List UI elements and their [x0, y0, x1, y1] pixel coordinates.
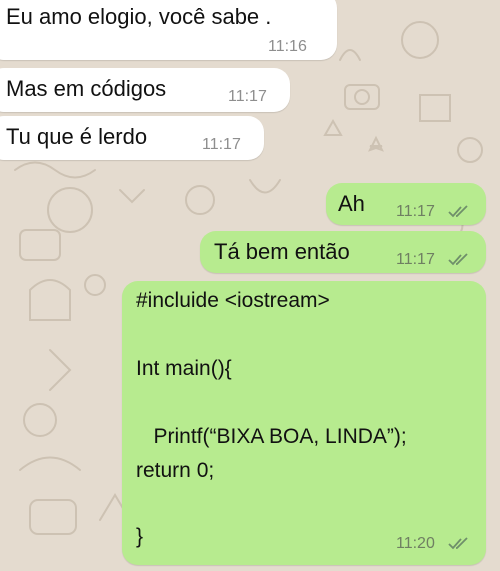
message-text: Tá bem então	[214, 239, 350, 264]
code-line-closing-brace: }	[136, 525, 144, 548]
message-text: Eu amo elogio, você sabe .	[6, 4, 272, 29]
message-timestamp: 11:17	[396, 203, 435, 220]
read-double-check-icon	[448, 537, 468, 550]
code-line-return: return 0;	[136, 459, 215, 482]
incoming-message[interactable]: Mas em códigos 11:17	[0, 68, 290, 112]
incoming-message[interactable]: Eu amo elogio, você sabe . 11:16	[0, 0, 337, 60]
message-timestamp: 11:17	[202, 136, 241, 153]
outgoing-code-message[interactable]: #incluide <iostream> Int main(){ Printf(…	[122, 281, 486, 565]
message-timestamp: 11:20	[396, 535, 435, 552]
outgoing-message[interactable]: Ah 11:17	[326, 183, 486, 225]
incoming-message[interactable]: Tu que é lerdo 11:17	[0, 116, 264, 160]
read-double-check-icon	[448, 205, 468, 218]
code-line-printf: Printf(“BIXA BOA, LINDA”);	[136, 425, 407, 448]
message-text: Ah	[338, 191, 365, 216]
message-text: Tu que é lerdo	[6, 124, 148, 149]
message-timestamp: 11:17	[396, 251, 435, 268]
code-line-main: Int main(){	[136, 357, 232, 380]
message-text: Mas em códigos	[6, 76, 167, 101]
read-double-check-icon	[448, 253, 468, 266]
message-timestamp: 11:17	[228, 88, 267, 105]
message-timestamp: 11:16	[268, 38, 307, 55]
outgoing-message[interactable]: Tá bem então 11:17	[200, 231, 486, 273]
code-line-include: #incluide <iostream>	[136, 289, 330, 312]
